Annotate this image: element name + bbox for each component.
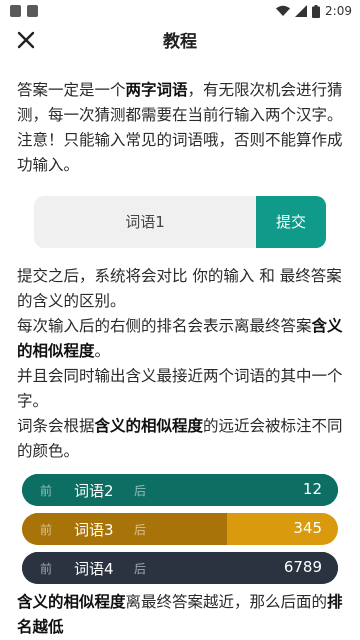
rank-bar-medium: 前 词语3 后 345 <box>22 513 338 545</box>
app-bar: 教程 <box>0 24 360 56</box>
demo-input-row: 词语1 提交 <box>34 196 326 248</box>
rank-front-label: 前 <box>40 523 53 537</box>
clock: 2:09 <box>325 4 352 18</box>
rank-back-label: 后 <box>134 523 147 537</box>
explain-text: 词条会根据 <box>17 417 95 435</box>
rank-back-label: 后 <box>134 562 147 576</box>
rank-bar-close: 前 词语2 后 12 <box>22 474 338 506</box>
explain-text: 。 <box>94 342 111 360</box>
rank-fill <box>22 474 338 506</box>
submit-button[interactable]: 提交 <box>256 196 326 248</box>
explain-line: 每次输入后的右侧的排名会表示离最终答案含义的相似程度。 <box>17 314 347 364</box>
explain-emphasis: 含义的相似程度 <box>94 417 204 435</box>
intro-text: 答案一定是一个 <box>17 81 126 99</box>
signal-icon <box>295 5 308 17</box>
footer-paragraph: 含义的相似程度离最终答案越近，那么后面的排名越低 <box>17 590 347 640</box>
intro-emphasis: 两字词语 <box>125 81 188 99</box>
rank-word: 词语4 <box>74 560 114 578</box>
rank-back-label: 后 <box>134 484 147 498</box>
status-bar: 2:09 <box>0 0 360 24</box>
intro-paragraph: 答案一定是一个两字词语，有无限次机会进行猜测，每一次猜测都需要在当前行输入两个汉… <box>17 78 347 178</box>
rank-number: 12 <box>302 480 322 498</box>
page-title: 教程 <box>163 32 197 52</box>
rank-number: 345 <box>293 519 322 537</box>
demo-word-input[interactable]: 词语1 <box>34 196 256 248</box>
notification-icon <box>10 5 21 17</box>
footer-emphasis: 含义的相似程度 <box>17 593 126 611</box>
wifi-icon <box>276 5 291 16</box>
explain-line: 提交之后，系统将会对比 你的输入 和 最终答案 的含义的区别。 <box>17 267 342 310</box>
explain-line: 并且会同时输出含义最接近两个词语的其中一个字。 <box>17 367 343 410</box>
explain-paragraph: 提交之后，系统将会对比 你的输入 和 最终答案 的含义的区别。 每次输入后的右侧… <box>17 264 347 464</box>
explain-text: 每次输入后的右侧的排名会表示离最终答案 <box>17 317 312 335</box>
rank-fill <box>22 513 228 545</box>
rank-bar-far: 前 词语4 后 6789 <box>22 552 338 584</box>
rank-front-label: 前 <box>40 484 53 498</box>
battery-icon <box>312 4 321 18</box>
rank-number: 6789 <box>283 558 322 576</box>
rank-front-label: 前 <box>40 562 53 576</box>
rank-word: 词语3 <box>74 521 114 539</box>
explain-line: 词条会根据含义的相似程度的远近会被标注不同的颜色。 <box>17 414 347 464</box>
notification-icon <box>27 5 38 17</box>
rank-word: 词语2 <box>74 482 114 500</box>
footer-text: 离最终答案越近，那么后面的 <box>125 593 328 611</box>
